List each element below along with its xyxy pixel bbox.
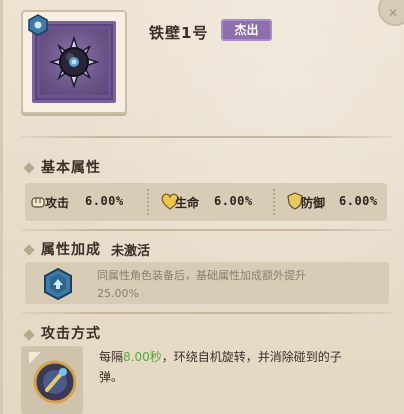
attack-desc-line2: 弹。 xyxy=(99,370,124,384)
stat-attack: 攻击 6.00% xyxy=(25,183,145,221)
stat-separator xyxy=(147,189,149,215)
section-diamond-icon xyxy=(23,244,35,256)
attack-mode-title: 攻击方式 xyxy=(41,326,101,342)
bonus-description-line1: 同属性角色装备后，基础属性加成额外提升 xyxy=(97,269,306,282)
divider xyxy=(21,229,393,231)
bonus-title: 属性加成 xyxy=(41,242,101,258)
attack-desc-prefix: 每隔 xyxy=(99,350,124,364)
stat-label: 攻击 xyxy=(45,196,70,210)
section-diamond-icon xyxy=(23,162,35,174)
divider xyxy=(21,312,393,314)
attack-interval-value: 8.00秒 xyxy=(123,350,162,364)
stat-value: 6.00% xyxy=(214,194,253,208)
attack-description: 每隔8.00秒，环绕自机旋转，并消除碰到的子 弹。 xyxy=(99,347,389,387)
stat-value: 6.00% xyxy=(85,194,124,208)
bonus-description-line2: 25.00% xyxy=(97,287,139,300)
stat-label: 防御 xyxy=(301,196,326,210)
section-diamond-icon xyxy=(23,329,35,341)
stat-separator xyxy=(273,189,275,215)
close-button[interactable]: ✕ xyxy=(378,0,404,26)
item-name: 铁壁1号 xyxy=(149,24,209,42)
stat-defense: 防御 6.00% xyxy=(277,183,387,221)
attack-desc-suffix: ，环绕自机旋转，并消除碰到的子 xyxy=(161,350,342,364)
stat-row: 攻击 6.00% 生命 6.00% 防御 6.00% xyxy=(25,183,387,221)
base-attributes-title: 基本属性 xyxy=(41,160,101,176)
team-badge-icon xyxy=(28,14,48,36)
rarity-badge: 杰出 xyxy=(221,19,272,41)
bonus-status: 未激活 xyxy=(111,244,151,259)
stat-label: 生命 xyxy=(175,196,200,210)
spinning-orb-icon xyxy=(29,352,77,404)
stat-health: 生命 6.00% xyxy=(151,183,269,221)
item-detail-panel: ✕ 铁壁1号 杰出 基本属性 攻击 6.00% 生命 6.00% 防御 6.00… xyxy=(0,0,404,414)
stat-value: 6.00% xyxy=(339,194,378,208)
bonus-description: 同属性角色装备后，基础属性加成额外提升 25.00% xyxy=(97,267,387,303)
attack-icon-frame xyxy=(21,346,83,414)
divider xyxy=(21,136,393,138)
item-icon-frame xyxy=(21,10,127,114)
attribute-badge-icon xyxy=(44,267,72,301)
close-icon: ✕ xyxy=(388,6,399,20)
